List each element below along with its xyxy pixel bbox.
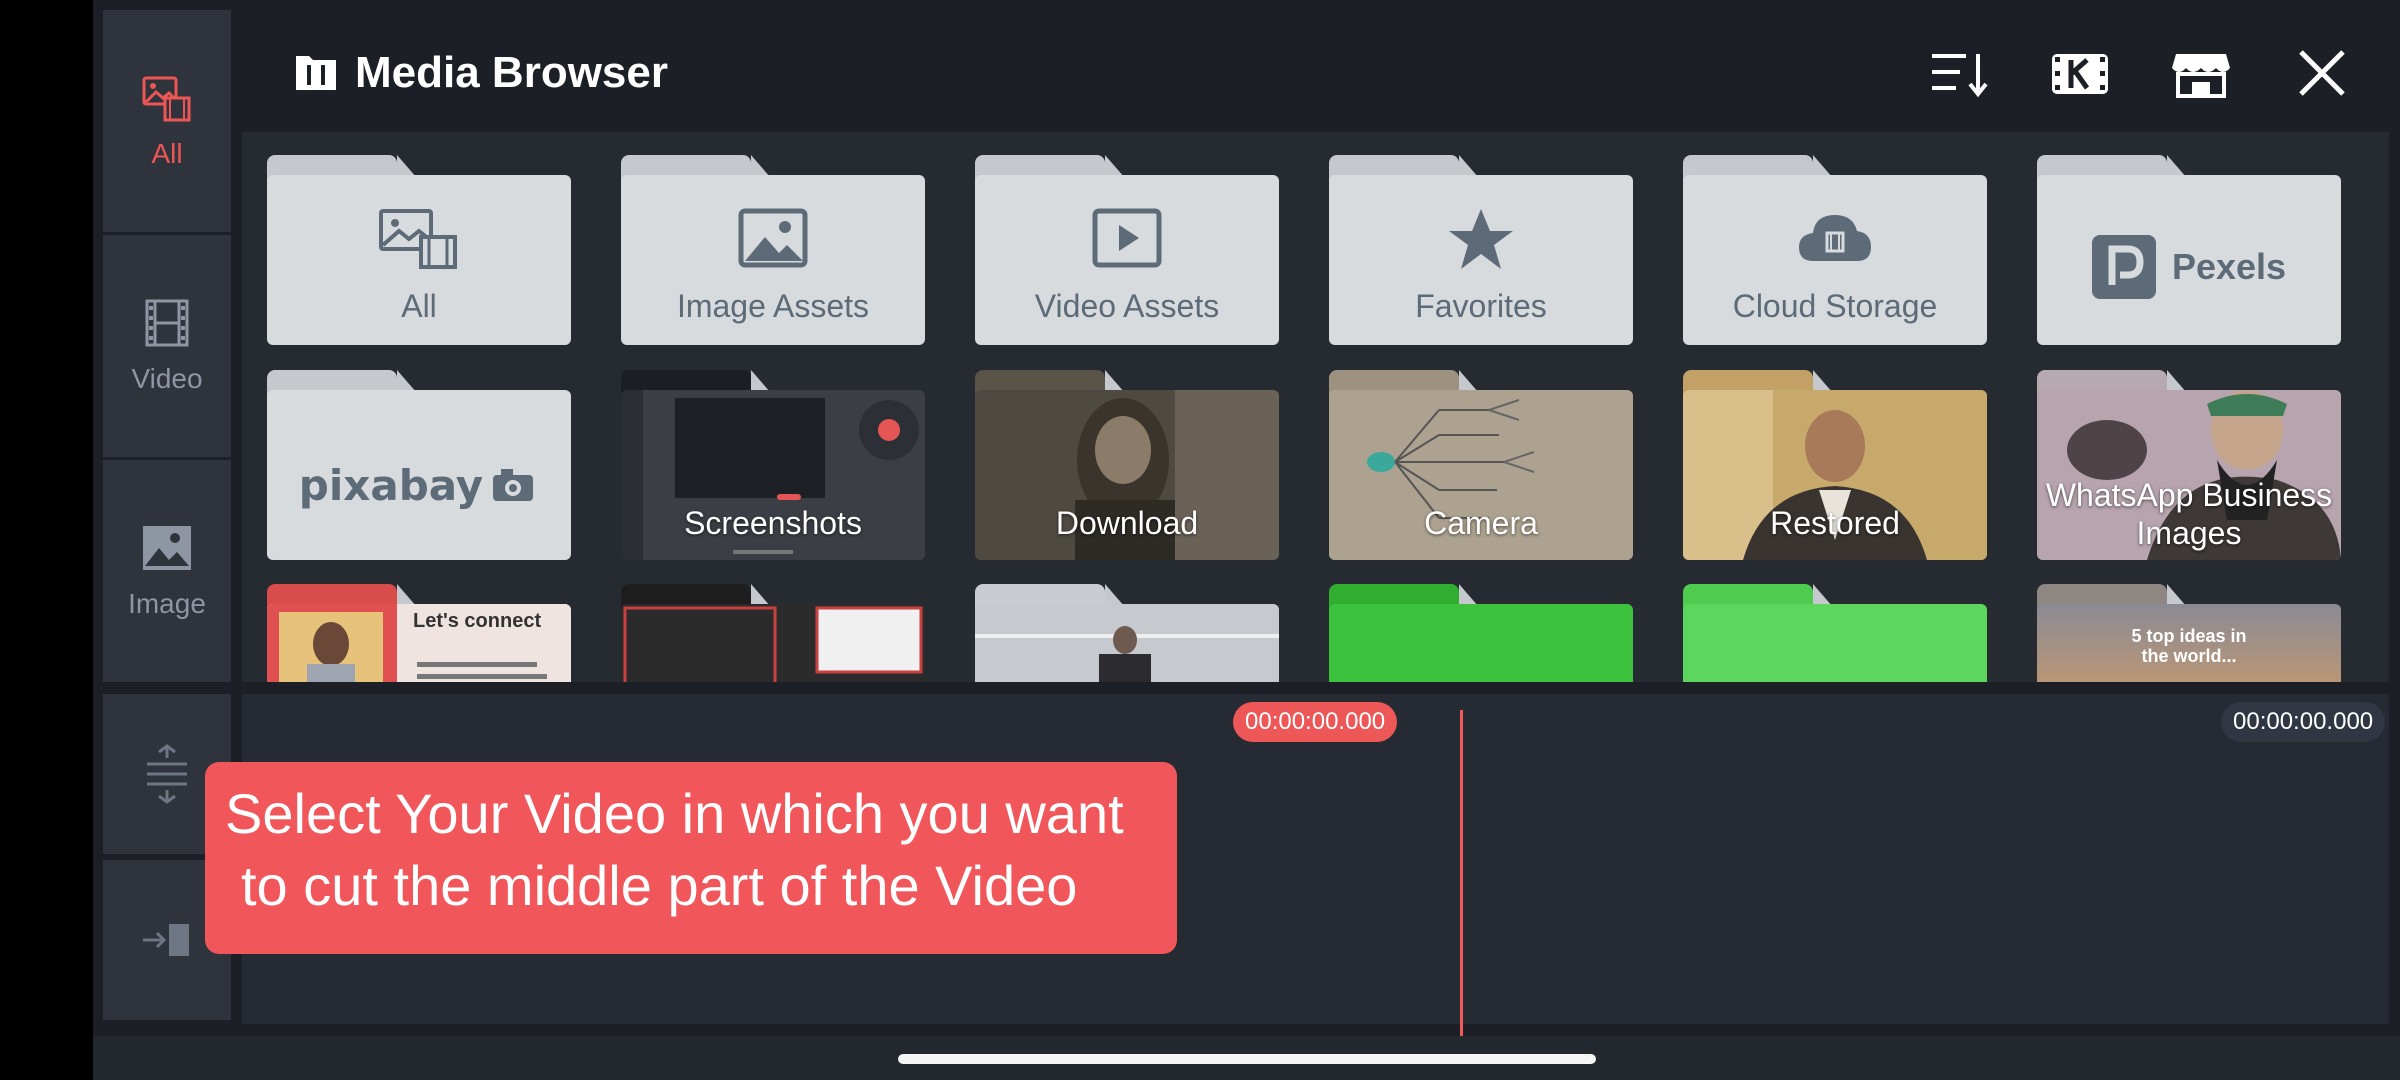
expand-tracks-icon [147, 744, 187, 804]
play-icon [1092, 208, 1162, 268]
folder-image-assets[interactable]: Image Assets [621, 155, 925, 345]
current-time-badge: 00:00:00.000 [1233, 702, 1398, 742]
folder-row3-1[interactable]: Let's connect [267, 584, 571, 682]
close-button[interactable] [2289, 40, 2355, 106]
folder-cloud-storage[interactable]: Cloud Storage [1683, 155, 1987, 345]
folder-row3-6[interactable]: 5 top ideas in the world... [2037, 584, 2341, 682]
folder-label: All [401, 288, 437, 324]
folder-camera[interactable]: Camera [1329, 370, 1633, 560]
folder-restored[interactable]: Restored [1683, 370, 1987, 560]
instruction-line-2: to cut the middle part of the Video [241, 854, 1078, 917]
image-icon [143, 526, 191, 570]
cloud-icon [1799, 215, 1871, 261]
folder-row3-4[interactable] [1329, 584, 1633, 682]
tab-video-label: Video [131, 363, 203, 394]
media-type-tabs: All Video Image [103, 10, 231, 683]
folder-label: Video Assets [1034, 288, 1220, 324]
page-title: Media Browser [355, 48, 668, 97]
store-icon [2172, 54, 2230, 98]
tab-all-label: All [151, 138, 183, 169]
home-indicator[interactable] [898, 1054, 1596, 1064]
folder-label: Restored [1770, 505, 1900, 541]
folder-label: Cloud Storage [1732, 288, 1938, 324]
folder-label: Screenshots [684, 505, 862, 541]
folder-favorites[interactable]: Favorites [1329, 155, 1633, 345]
close-icon [2299, 50, 2345, 96]
folder-label: WhatsApp Business Images [2045, 477, 2333, 551]
media-folder-icon [296, 56, 336, 90]
folder-label: Favorites [1415, 288, 1547, 324]
camera-icon [493, 469, 534, 501]
folder-label: Download [1055, 505, 1199, 541]
all-media-icon [379, 209, 457, 269]
star-icon [1449, 209, 1513, 269]
folder-download[interactable]: Download [975, 370, 1279, 560]
kinemaster-assets-button[interactable] [2047, 40, 2113, 106]
tab-all[interactable]: All [103, 10, 231, 232]
browser-header: Media Browser [293, 40, 668, 106]
sort-icon [1932, 54, 1988, 98]
tab-video[interactable]: Video [103, 235, 231, 457]
folder-screenshots[interactable]: Screenshots [621, 370, 925, 560]
folder-all[interactable]: All [267, 155, 571, 345]
playhead[interactable] [1460, 710, 1463, 1040]
tab-image[interactable]: Image [103, 460, 231, 682]
pixabay-logo: pixabay [298, 460, 484, 510]
folder-label: Image Assets [676, 288, 870, 324]
folder-pexels[interactable]: Pexels [2037, 155, 2341, 345]
sort-button[interactable] [1926, 40, 1992, 106]
folder-label: Camera [1424, 505, 1538, 541]
jump-to-end-icon [143, 924, 189, 956]
all-media-icon [142, 76, 191, 122]
image-icon [738, 208, 808, 268]
app-window: All Video Image Media Browser All Image … [93, 0, 2400, 1080]
folder-row3-2[interactable] [621, 584, 925, 682]
media-folder-grid: All Image Assets Video Assets Favorites … [242, 132, 2389, 682]
tab-image-label: Image [128, 588, 206, 619]
instruction-line-1: Select Your Video in which you want [225, 782, 1124, 845]
folder-video-assets[interactable]: Video Assets [975, 155, 1279, 345]
folder-label: Pexels [2171, 246, 2287, 287]
instruction-banner: Select Your Video in which you want to c… [205, 762, 1177, 954]
pexels-logo [2091, 235, 2156, 299]
folder-text: 5 top ideas in the world... [2131, 626, 2247, 666]
folder-whatsapp-business-images[interactable]: WhatsApp Business Images [2037, 370, 2341, 560]
row3-2-thumbnail [621, 604, 925, 682]
row3-3-thumbnail [975, 604, 1279, 682]
folder-pixabay[interactable]: pixabay [267, 370, 571, 560]
film-icon [145, 299, 189, 347]
total-time-badge: 00:00:00.000 [2221, 702, 2386, 742]
asset-store-button[interactable] [2168, 40, 2234, 106]
folder-text: Let's connect [413, 610, 542, 632]
folder-row3-5[interactable] [1683, 584, 1987, 682]
kinemaster-icon [2052, 54, 2108, 94]
folder-row3-3[interactable] [975, 584, 1279, 682]
